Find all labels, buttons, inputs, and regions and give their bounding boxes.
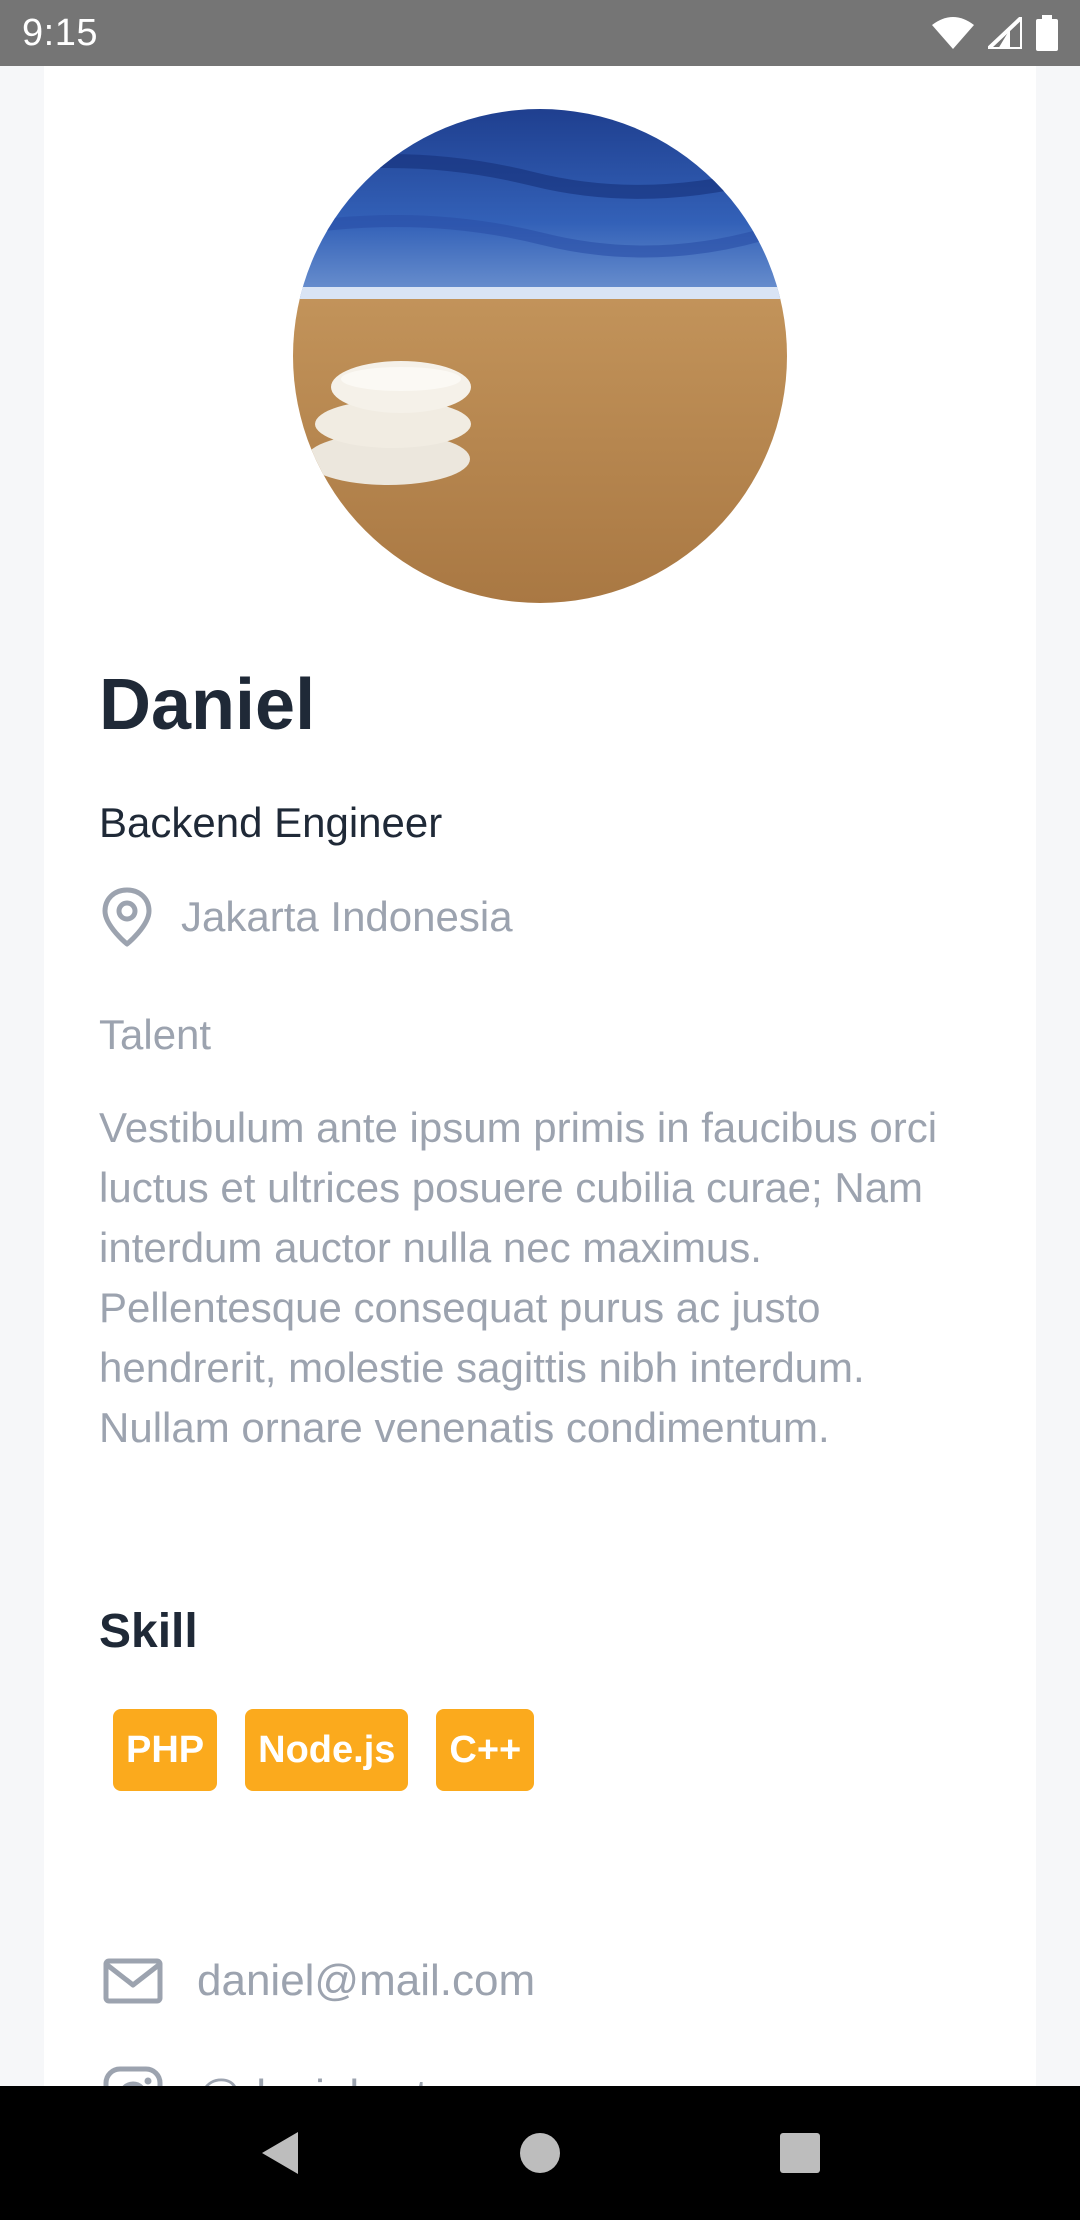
wifi-icon [932,17,974,49]
skill-section-title: Skill [99,1605,198,1658]
status-icons [932,15,1058,51]
home-icon[interactable] [519,2132,561,2174]
profile-role: Backend Engineer [99,799,443,846]
skill-tag: PHP [113,1709,218,1791]
profile-category: Talent [99,1011,212,1058]
location-text: Jakarta Indonesia [181,893,513,940]
profile-name: Daniel [99,665,316,745]
profile-location: Jakarta Indonesia [99,886,513,948]
back-icon[interactable] [260,2130,300,2176]
avatar [293,109,787,603]
avatar-image [293,109,787,603]
email-text: daniel@mail.com [197,1956,536,2005]
email-contact[interactable]: daniel@mail.com [101,1949,535,2013]
recents-icon[interactable] [780,2133,821,2173]
signal-icon [988,17,1022,49]
skill-tag: Node.js [245,1709,409,1791]
profile-page: Daniel Backend Engineer Jakarta Indonesi… [0,66,1080,2126]
status-time: 9:15 [22,11,98,54]
battery-icon [1036,15,1058,51]
mail-icon [103,1958,163,2004]
skill-tags: PHP Node.js C++ [113,1709,535,1791]
location-pin-icon [102,887,152,947]
navigation-bar [0,2086,1080,2220]
skill-tag: C++ [436,1709,535,1791]
status-bar: 9:15 [0,0,1080,66]
profile-card: Daniel Backend Engineer Jakarta Indonesi… [44,66,1036,2126]
profile-description: Vestibulum ante ipsum primis in faucibus… [99,1104,938,1451]
